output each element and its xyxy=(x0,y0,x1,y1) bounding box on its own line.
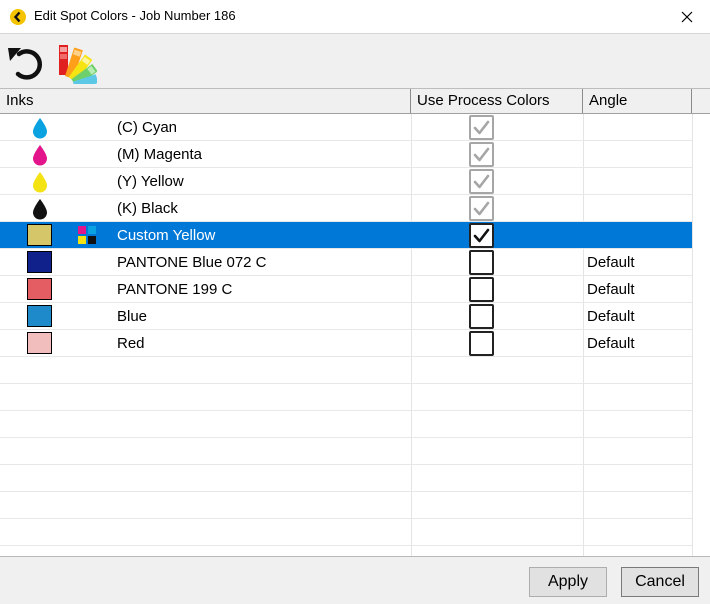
empty-row xyxy=(0,384,692,411)
checkmark-icon xyxy=(473,120,490,135)
use-process-colors-checkbox[interactable] xyxy=(469,250,494,275)
checkmark-icon xyxy=(473,201,490,216)
window-title: Edit Spot Colors - Job Number 186 xyxy=(34,8,236,23)
ink-row[interactable]: Custom Yellow xyxy=(0,222,692,249)
ink-row[interactable]: Red Default xyxy=(0,330,692,357)
empty-row xyxy=(0,465,692,492)
ink-name: PANTONE 199 C xyxy=(117,281,233,298)
column-header-angle[interactable]: Angle xyxy=(583,89,692,113)
color-swatch xyxy=(27,305,52,327)
ink-name: (K) Black xyxy=(117,200,178,217)
kodak-logo-icon xyxy=(10,9,26,25)
empty-row xyxy=(0,411,692,438)
color-swatch xyxy=(27,278,52,300)
ink-row[interactable]: (M) Magenta xyxy=(0,141,692,168)
ink-row[interactable]: (Y) Yellow xyxy=(0,168,692,195)
color-fan-button[interactable] xyxy=(57,42,99,91)
ink-name: Custom Yellow xyxy=(117,227,216,244)
use-process-colors-checkbox xyxy=(469,169,494,194)
ink-name: PANTONE Blue 072 C xyxy=(117,254,267,271)
ink-drop-icon xyxy=(33,172,47,193)
ink-drop-icon xyxy=(33,118,47,139)
close-icon xyxy=(681,11,693,22)
grid-header: Inks Use Process Colors Angle xyxy=(0,89,710,114)
color-swatch xyxy=(27,251,52,273)
ink-name: Red xyxy=(117,335,145,352)
ink-row[interactable]: PANTONE Blue 072 C Default xyxy=(0,249,692,276)
ink-row[interactable]: (K) Black xyxy=(0,195,692,222)
ink-angle: Default xyxy=(587,335,635,352)
cmyk-icon xyxy=(78,226,96,244)
apply-button[interactable]: Apply xyxy=(529,567,607,597)
use-process-colors-checkbox[interactable] xyxy=(469,277,494,302)
ink-row[interactable]: (C) Cyan xyxy=(0,114,692,141)
use-process-colors-checkbox[interactable] xyxy=(469,304,494,329)
ink-name: Blue xyxy=(117,308,148,325)
use-process-colors-checkbox[interactable] xyxy=(469,331,494,356)
use-process-colors-checkbox[interactable] xyxy=(469,223,494,248)
use-process-colors-checkbox xyxy=(469,115,494,140)
column-divider xyxy=(692,114,693,557)
column-header-use-process-colors[interactable]: Use Process Colors xyxy=(411,89,583,113)
column-header-inks[interactable]: Inks xyxy=(0,89,411,113)
ink-angle: Default xyxy=(587,308,635,325)
title-bar: Edit Spot Colors - Job Number 186 xyxy=(0,0,710,33)
ink-name: (M) Magenta xyxy=(117,146,203,163)
inks-grid: Inks Use Process Colors Angle (C) Cyan (M… xyxy=(0,88,710,557)
color-swatch xyxy=(27,224,52,246)
undo-button[interactable] xyxy=(5,44,47,82)
ink-name: (C) Cyan xyxy=(117,119,178,136)
checkmark-icon xyxy=(473,147,490,162)
use-process-colors-checkbox xyxy=(469,142,494,167)
color-swatch xyxy=(27,332,52,354)
checkmark-icon xyxy=(473,174,490,189)
empty-row xyxy=(0,357,692,384)
checkmark-icon xyxy=(473,228,490,243)
ink-drop-icon xyxy=(33,199,47,220)
ink-row[interactable]: PANTONE 199 C Default xyxy=(0,276,692,303)
close-button[interactable] xyxy=(664,0,710,33)
undo-icon xyxy=(8,48,43,80)
color-fan-icon xyxy=(59,45,99,91)
ink-drop-icon xyxy=(33,145,47,166)
empty-row xyxy=(0,519,692,546)
ink-row[interactable]: Blue Default xyxy=(0,303,692,330)
cancel-button[interactable]: Cancel xyxy=(621,567,699,597)
dialog-footer: Apply Cancel xyxy=(0,556,710,604)
ink-angle: Default xyxy=(587,281,635,298)
use-process-colors-checkbox xyxy=(469,196,494,221)
ink-name: (Y) Yellow xyxy=(117,173,184,190)
empty-row xyxy=(0,438,692,465)
ink-angle: Default xyxy=(587,254,635,271)
empty-row xyxy=(0,492,692,519)
toolbar xyxy=(0,33,710,91)
